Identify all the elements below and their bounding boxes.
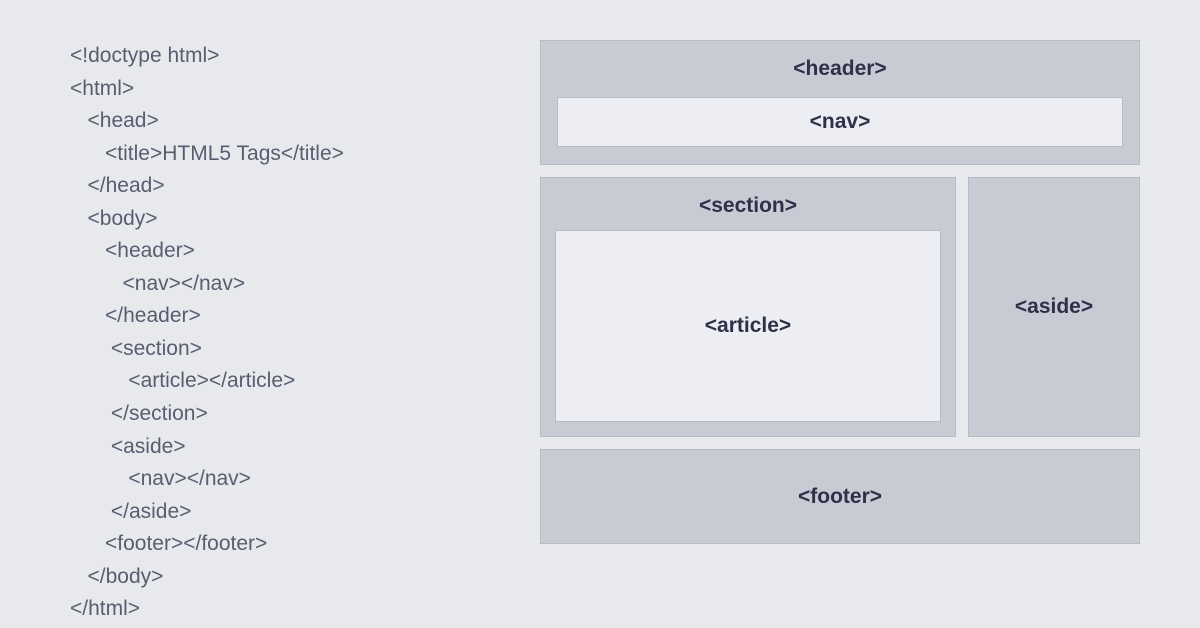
code-line: <footer></footer> [70,528,490,561]
article-region: <article> [555,230,941,422]
code-line: </header> [70,300,490,333]
code-line: <header> [70,235,490,268]
section-region: <section> <article> [540,177,956,437]
code-line: <head> [70,105,490,138]
code-line: </aside> [70,496,490,529]
code-line: <article></article> [70,365,490,398]
code-line: <!doctype html> [70,40,490,73]
code-line: <body> [70,203,490,236]
code-line: </section> [70,398,490,431]
code-panel: <!doctype html> <html> <head> <title>HTM… [70,40,490,588]
footer-region: <footer> [540,449,1140,544]
code-line: <section> [70,333,490,366]
code-line: <html> [70,73,490,106]
aside-region: <aside> [968,177,1140,437]
layout-diagram: <header> <nav> <section> <article> <asid… [540,40,1140,588]
code-line: <title>HTML5 Tags</title> [70,138,490,171]
code-line: </html> [70,593,490,626]
code-line: <nav></nav> [70,463,490,496]
code-line: <nav></nav> [70,268,490,301]
nav-region: <nav> [557,97,1123,147]
section-label: <section> [699,192,797,220]
header-label: <header> [793,55,886,83]
code-line: </body> [70,561,490,594]
code-line: </head> [70,170,490,203]
middle-row: <section> <article> <aside> [540,177,1140,437]
code-line: <aside> [70,431,490,464]
header-region: <header> <nav> [540,40,1140,165]
